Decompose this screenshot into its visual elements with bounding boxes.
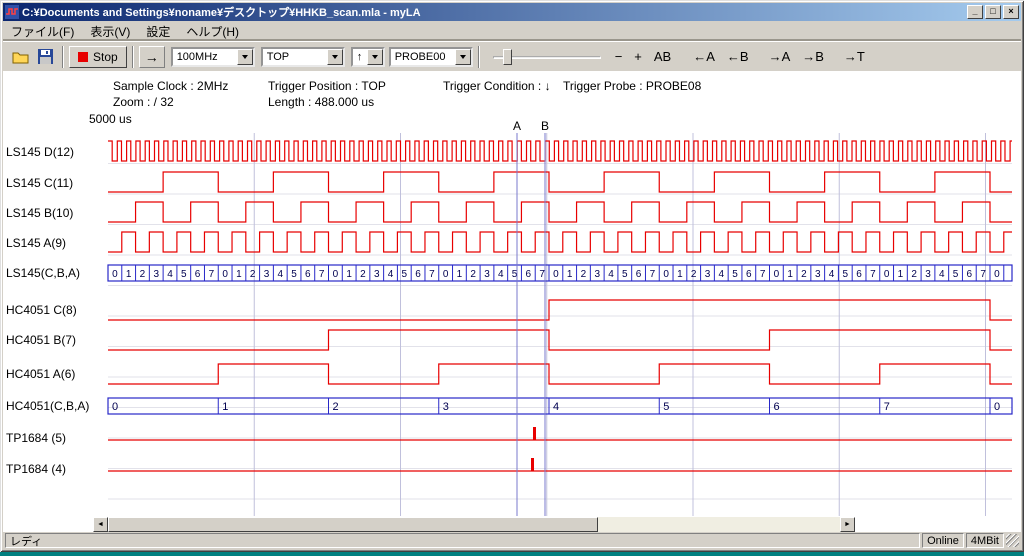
stop-label: Stop xyxy=(93,50,118,64)
trigger-condition-info: Trigger Condition : ↓ xyxy=(443,79,551,93)
scrollbar-thumb[interactable] xyxy=(108,517,598,532)
trigger-probe-info: Trigger Probe : PROBE08 xyxy=(563,79,701,93)
time-scale-label: 5000 us xyxy=(89,112,132,126)
toolbar-separator xyxy=(478,46,480,68)
menu-settings[interactable]: 設定 xyxy=(138,21,178,42)
scrollbar-track[interactable] xyxy=(108,517,840,532)
trigger-position-info: Trigger Position : TOP xyxy=(268,79,386,93)
zoom-info: Zoom : / 32 xyxy=(113,95,174,109)
status-bar: レディ Online 4MBit xyxy=(3,532,1021,549)
menu-bar: ファイル(F) 表示(V) 設定 ヘルプ(H) xyxy=(3,22,1021,40)
horizontal-scrollbar[interactable]: ◄ ► xyxy=(93,517,855,532)
status-ready: レディ xyxy=(5,533,920,548)
goto-cursor-b-button[interactable]: ←B xyxy=(721,46,755,68)
sample-clock-value: 100MHz xyxy=(173,51,237,63)
run-button[interactable]: → xyxy=(139,46,165,68)
dropdown-button[interactable] xyxy=(367,49,383,65)
open-folder-icon xyxy=(12,50,30,64)
zoom-slider[interactable] xyxy=(493,46,601,68)
probe-combo[interactable]: PROBE00 xyxy=(389,47,473,67)
ab-range-button[interactable]: AB xyxy=(648,46,677,68)
goto-trigger-button[interactable]: →T xyxy=(838,46,871,68)
close-button[interactable]: × xyxy=(1003,5,1019,19)
toolbar-separator xyxy=(62,46,64,68)
minimize-button[interactable]: _ xyxy=(967,5,983,19)
scroll-left-button[interactable]: ◄ xyxy=(93,517,108,532)
stop-icon xyxy=(78,52,88,62)
toolbar-separator xyxy=(132,46,134,68)
slider-thumb[interactable] xyxy=(503,49,512,65)
trigger-position-value: TOP xyxy=(263,51,327,63)
app-window: C:¥Documents and Settings¥noname¥デスクトップ¥… xyxy=(0,0,1024,552)
save-file-button[interactable] xyxy=(33,46,57,68)
maximize-button[interactable]: □ xyxy=(985,5,1001,19)
probe-value: PROBE00 xyxy=(391,51,455,63)
sample-clock-info: Sample Clock : 2MHz xyxy=(113,79,228,93)
chevron-down-icon xyxy=(460,55,466,62)
app-icon xyxy=(5,5,19,19)
stop-button[interactable]: Stop xyxy=(69,46,127,68)
menu-help[interactable]: ヘルプ(H) xyxy=(178,21,247,42)
toolbar: Stop → 100MHz TOP ↑ PROBE00 − + AB ←A ←B xyxy=(3,41,1021,71)
floppy-disk-icon xyxy=(38,49,53,64)
set-cursor-b-button[interactable]: →B xyxy=(796,46,830,68)
chevron-down-icon xyxy=(372,55,378,62)
waveform-view: Sample Clock : 2MHz Trigger Position : T… xyxy=(3,71,1021,532)
dropdown-button[interactable] xyxy=(455,49,471,65)
resize-grip[interactable] xyxy=(1006,534,1019,547)
goto-cursor-a-button[interactable]: ←A xyxy=(687,46,721,68)
menu-view[interactable]: 表示(V) xyxy=(82,21,138,42)
dropdown-button[interactable] xyxy=(237,49,253,65)
chevron-down-icon xyxy=(242,55,248,62)
set-cursor-a-button[interactable]: →A xyxy=(763,46,797,68)
open-file-button[interactable] xyxy=(9,46,33,68)
menu-file[interactable]: ファイル(F) xyxy=(3,21,82,42)
trigger-position-combo[interactable]: TOP xyxy=(261,47,345,67)
zoom-out-button[interactable]: − xyxy=(609,46,629,68)
trigger-edge-combo[interactable]: ↑ xyxy=(351,47,385,67)
dropdown-button[interactable] xyxy=(327,49,343,65)
sample-clock-combo[interactable]: 100MHz xyxy=(171,47,255,67)
chevron-down-icon xyxy=(332,55,338,62)
length-info: Length : 488.000 us xyxy=(268,95,374,109)
scroll-right-button[interactable]: ► xyxy=(840,517,855,532)
trigger-edge-value: ↑ xyxy=(353,51,367,63)
status-online: Online xyxy=(922,533,964,548)
window-title: C:¥Documents and Settings¥noname¥デスクトップ¥… xyxy=(22,4,965,20)
title-bar[interactable]: C:¥Documents and Settings¥noname¥デスクトップ¥… xyxy=(3,3,1021,21)
zoom-in-button[interactable]: + xyxy=(628,46,648,68)
status-memory: 4MBit xyxy=(966,533,1004,548)
